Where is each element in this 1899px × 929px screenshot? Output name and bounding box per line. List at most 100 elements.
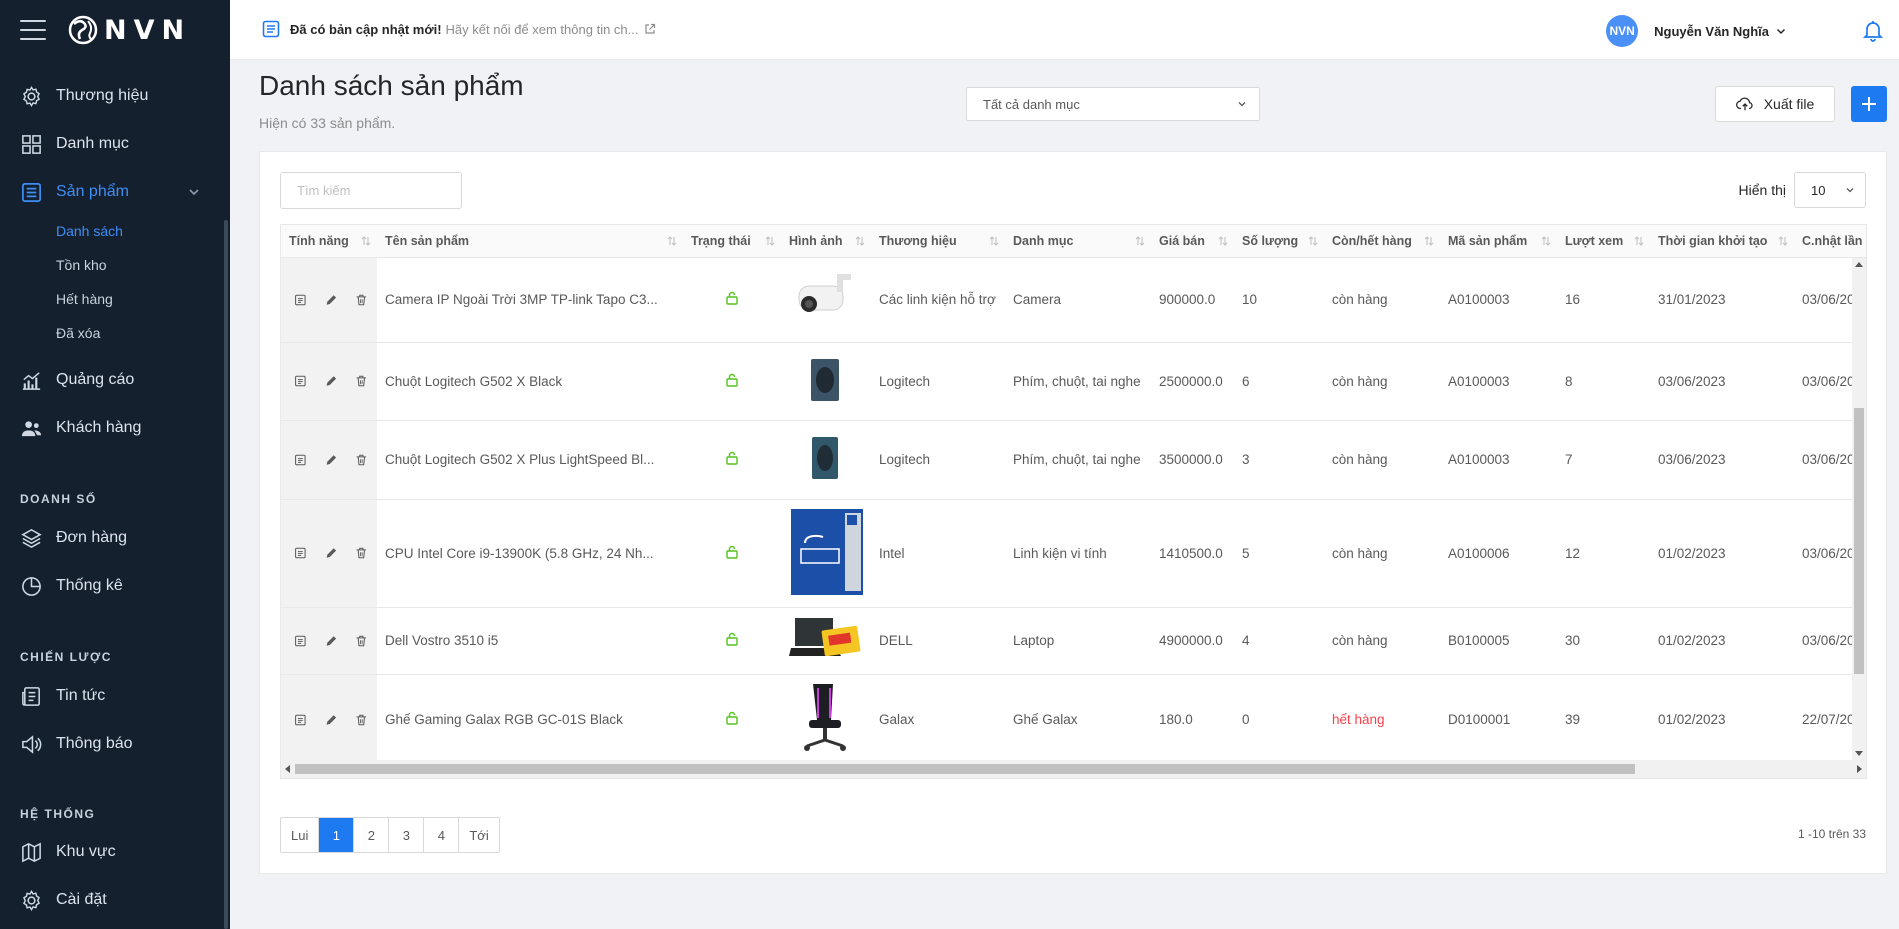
scroll-right-arrow[interactable] — [1857, 765, 1862, 773]
pagination-next[interactable]: Tới — [459, 818, 498, 852]
pagination-page-3[interactable]: 3 — [389, 818, 425, 852]
column-header-created[interactable]: Thời gian khởi tạo — [1650, 225, 1794, 258]
sidebar-item-brands[interactable]: Thương hiệu — [0, 78, 225, 114]
top-header: Đã có bản cập nhật mới! Hãy kết nối để x… — [230, 0, 1899, 60]
scroll-left-arrow[interactable] — [285, 765, 290, 773]
column-header-brand[interactable]: Thương hiệu — [871, 225, 1005, 258]
column-header-price[interactable]: Giá bán — [1151, 225, 1234, 258]
menu-icon[interactable] — [20, 20, 46, 40]
sort-icon — [1541, 236, 1551, 246]
cell-price: 3500000.0 — [1151, 420, 1234, 500]
search-input[interactable]: Tìm kiếm — [280, 172, 462, 209]
column-header-quantity[interactable]: Số lượng — [1234, 225, 1324, 258]
cell-price: 900000.0 — [1151, 257, 1234, 343]
trash-icon[interactable] — [355, 712, 368, 728]
details-icon[interactable] — [294, 633, 307, 649]
product-image-chair — [804, 684, 846, 751]
chevron-down-icon — [1846, 188, 1854, 193]
edit-icon[interactable] — [325, 373, 338, 389]
column-header-image[interactable]: Hình ảnh — [781, 225, 871, 258]
sidebar-item-news[interactable]: Tin tức — [0, 678, 225, 714]
user-menu[interactable]: NVN Nguyễn Văn Nghĩa — [1606, 15, 1787, 47]
edit-icon[interactable] — [325, 452, 338, 468]
table-horizontal-scrollbar[interactable] — [281, 760, 1866, 778]
pagination-page-4[interactable]: 4 — [424, 818, 460, 852]
cell-quantity: 0 — [1234, 674, 1324, 766]
trash-icon[interactable] — [355, 292, 368, 308]
details-icon[interactable] — [294, 545, 307, 561]
scroll-down-arrow[interactable] — [1855, 751, 1863, 756]
column-header-features[interactable]: Tính năng — [281, 225, 377, 258]
sidebar-item-ads[interactable]: Quảng cáo — [0, 362, 225, 398]
column-header-stock[interactable]: Còn/hết hàng — [1324, 225, 1440, 258]
column-header-status[interactable]: Trạng thái — [683, 225, 781, 258]
sidebar-sub-deleted[interactable]: Đã xóa — [56, 325, 100, 341]
trash-icon[interactable] — [355, 452, 368, 468]
cell-category: Laptop — [1005, 607, 1151, 675]
sort-icon — [1135, 236, 1145, 246]
edit-icon[interactable] — [325, 712, 338, 728]
pagination-prev[interactable]: Lui — [281, 818, 320, 852]
pie-chart-icon — [22, 576, 41, 596]
scroll-up-arrow[interactable] — [1855, 262, 1863, 267]
sidebar-item-announcements[interactable]: Thông báo — [0, 726, 225, 762]
bell-icon[interactable] — [1861, 18, 1885, 42]
cell-brand: Logitech — [871, 342, 1005, 421]
column-header-name[interactable]: Tên sản phẩm — [377, 225, 683, 258]
sidebar-item-products[interactable]: Sản phẩm — [0, 174, 225, 210]
page-size-value: 10 — [1811, 183, 1826, 198]
sidebar-item-categories[interactable]: Danh mục — [0, 126, 225, 162]
column-header-code[interactable]: Mã sản phẩm — [1440, 225, 1557, 258]
horizontal-scroll-thumb[interactable] — [295, 764, 1635, 774]
export-file-button[interactable]: Xuất file — [1715, 86, 1835, 122]
sidebar-item-customers[interactable]: Khách hàng — [0, 410, 225, 446]
sort-icon — [1308, 236, 1318, 246]
details-icon[interactable] — [294, 292, 307, 308]
external-link-icon[interactable] — [644, 23, 656, 35]
sidebar-sub-list[interactable]: Danh sách — [56, 223, 123, 239]
trash-icon[interactable] — [355, 633, 368, 649]
pagination-page-2[interactable]: 2 — [354, 818, 390, 852]
details-icon[interactable] — [294, 712, 307, 728]
table-vertical-scrollbar[interactable] — [1852, 258, 1866, 760]
category-filter-select[interactable]: Tất cả danh mục — [966, 87, 1260, 121]
sidebar-sub-inventory[interactable]: Tồn kho — [56, 257, 107, 273]
add-product-button[interactable] — [1851, 86, 1887, 122]
unlock-icon[interactable] — [725, 545, 739, 559]
notice-link[interactable]: Hãy kết nối để xem thông tin ch... — [446, 22, 639, 37]
page-size-select[interactable]: 10 — [1794, 172, 1866, 208]
cell-name: Ghế Gaming Galax RGB GC-01S Black — [377, 674, 683, 766]
unlock-icon[interactable] — [725, 291, 739, 305]
unlock-icon[interactable] — [725, 451, 739, 465]
product-image-laptop — [789, 618, 861, 657]
sidebar-item-orders[interactable]: Đơn hàng — [0, 520, 225, 556]
cell-brand: Logitech — [871, 420, 1005, 500]
column-header-views[interactable]: Lượt xem — [1557, 225, 1650, 258]
cell-created: 01/02/2023 — [1650, 674, 1794, 766]
pagination-page-1[interactable]: 1 — [319, 818, 355, 852]
details-icon[interactable] — [294, 373, 307, 389]
unlock-icon[interactable] — [725, 373, 739, 387]
cell-code: A0100003 — [1440, 342, 1557, 421]
column-header-category[interactable]: Danh mục — [1005, 225, 1151, 258]
trash-icon[interactable] — [355, 545, 368, 561]
logo[interactable]: NVN — [68, 15, 191, 46]
edit-icon[interactable] — [325, 545, 338, 561]
vertical-scroll-thumb[interactable] — [1854, 408, 1864, 674]
globe-icon — [68, 15, 98, 45]
details-icon[interactable] — [294, 452, 307, 468]
sidebar-item-settings[interactable]: Cài đặt — [0, 882, 225, 918]
sidebar-item-regions[interactable]: Khu vực — [0, 834, 225, 870]
trash-icon[interactable] — [355, 373, 368, 389]
edit-icon[interactable] — [325, 633, 338, 649]
cell-name: CPU Intel Core i9-13900K (5.8 GHz, 24 Nh… — [377, 499, 683, 608]
unlock-icon[interactable] — [725, 711, 739, 725]
edit-icon[interactable] — [325, 292, 338, 308]
unlock-icon[interactable] — [725, 632, 739, 646]
column-header-updated[interactable]: C.nhật lần — [1794, 225, 1866, 258]
sidebar-sub-out-of-stock[interactable]: Hết hàng — [56, 291, 113, 307]
table-row: Chuột Logitech G502 X Black Logitech Phí… — [281, 342, 1866, 421]
update-notice[interactable]: Đã có bản cập nhật mới! Hãy kết nối để x… — [262, 20, 656, 38]
sidebar-item-statistics[interactable]: Thống kê — [0, 568, 225, 604]
sidebar-scrollbar[interactable] — [224, 220, 228, 929]
